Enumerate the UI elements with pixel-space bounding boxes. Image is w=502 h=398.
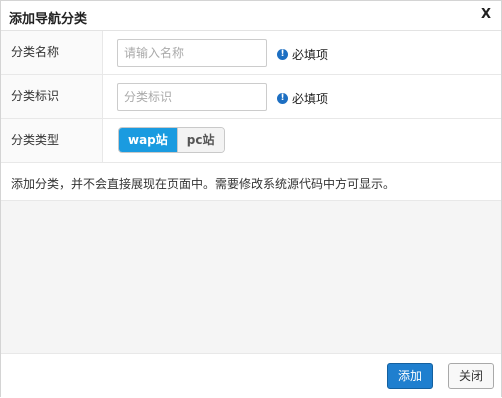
dialog-title: 添加导航分类	[9, 12, 88, 27]
identifier-label: 分类标识	[11, 89, 60, 103]
label-cell: 分类标识	[1, 75, 103, 118]
add-nav-category-dialog: 添加导航分类 X 分类名称 ! 必填项 分类标识 ! 必填项	[0, 0, 502, 398]
form-row-type: 分类类型 wap站 pc站	[1, 119, 501, 163]
note-text: 添加分类，并不会直接展现在页面中。需要修改系统源代码中方可显示。	[11, 177, 396, 191]
type-option-pc[interactable]: pc站	[176, 128, 224, 152]
required-text: 必填项	[292, 92, 329, 106]
required-hint: ! 必填项	[277, 90, 328, 107]
category-name-input[interactable]	[117, 39, 267, 67]
info-icon: !	[277, 49, 288, 60]
info-note: 添加分类，并不会直接展现在页面中。需要修改系统源代码中方可显示。	[1, 163, 501, 201]
category-identifier-input[interactable]	[117, 83, 267, 111]
category-form: 分类名称 ! 必填项 分类标识 ! 必填项 分类类型 wap站	[1, 31, 501, 163]
name-label: 分类名称	[11, 45, 60, 59]
label-cell: 分类名称	[1, 31, 103, 74]
info-icon: !	[277, 93, 288, 104]
required-hint: ! 必填项	[277, 46, 328, 63]
dialog-footer: 添加 关闭	[1, 353, 501, 398]
type-option-wap[interactable]: wap站	[119, 128, 177, 152]
close-button[interactable]: 关闭	[448, 363, 494, 389]
form-row-name: 分类名称 ! 必填项	[1, 31, 501, 75]
close-icon[interactable]: X	[481, 7, 491, 22]
add-button[interactable]: 添加	[387, 363, 433, 389]
dialog-titlebar: 添加导航分类 X	[1, 1, 501, 31]
required-text: 必填项	[292, 48, 329, 62]
type-label: 分类类型	[11, 133, 60, 147]
category-type-toggle: wap站 pc站	[118, 127, 225, 153]
form-row-identifier: 分类标识 ! 必填项	[1, 75, 501, 119]
label-cell: 分类类型	[1, 119, 103, 162]
